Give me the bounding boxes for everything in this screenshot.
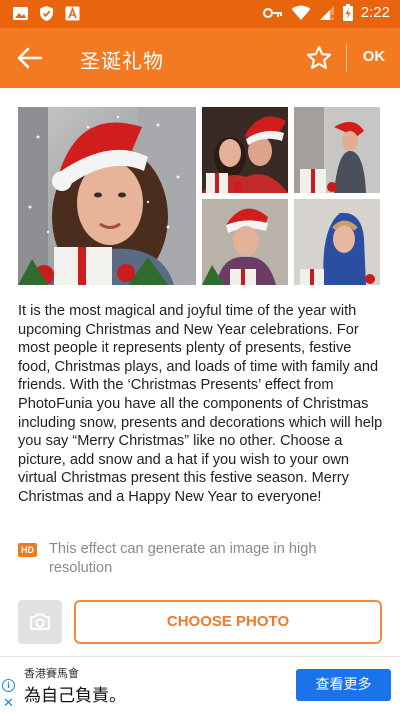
ad-banner: i ✕ 香港賽馬會 為自己負責。 查看更多 — [0, 656, 400, 712]
back-button[interactable] — [14, 42, 46, 74]
camera-icon — [30, 613, 50, 630]
app-toolbar: 圣诞礼物 OK — [0, 28, 400, 88]
key-icon — [262, 7, 282, 18]
choose-photo-button[interactable]: CHOOSE PHOTO — [74, 600, 382, 644]
arrow-left-icon — [17, 47, 43, 69]
image-icon — [13, 7, 28, 20]
ad-advertiser: 香港賽馬會 — [24, 667, 79, 680]
shield-check-icon — [40, 6, 53, 21]
font-icon — [65, 6, 80, 21]
preview-image-walking — [294, 107, 380, 193]
page-title: 圣诞礼物 — [80, 49, 164, 73]
wifi-icon — [291, 5, 311, 20]
hd-note-text: This effect can generate an image in hig… — [49, 541, 317, 576]
ad-headline: 為自己負責。 — [24, 686, 126, 706]
preview-image-couple — [202, 107, 288, 193]
effect-description: It is the most magical and joyful time o… — [18, 303, 383, 505]
ad-close-icon[interactable]: ✕ — [3, 697, 14, 710]
preview-image-scarf — [202, 199, 288, 285]
hd-icon: HD — [18, 543, 37, 557]
favorite-button[interactable] — [302, 41, 336, 75]
ad-cta-button[interactable]: 查看更多 — [296, 669, 391, 701]
status-bar: 2:22 — [0, 0, 400, 28]
ok-button[interactable]: OK — [356, 48, 392, 65]
battery-charging-icon — [342, 4, 353, 21]
ad-info-icon[interactable]: i — [2, 679, 15, 692]
preview-image-blue — [294, 199, 380, 285]
signal-icon — [319, 5, 335, 20]
star-outline-icon — [306, 45, 332, 69]
camera-button[interactable] — [18, 600, 62, 644]
toolbar-divider — [346, 44, 347, 72]
clock-time: 2:22 — [360, 4, 390, 21]
preview-image-main — [18, 107, 196, 285]
